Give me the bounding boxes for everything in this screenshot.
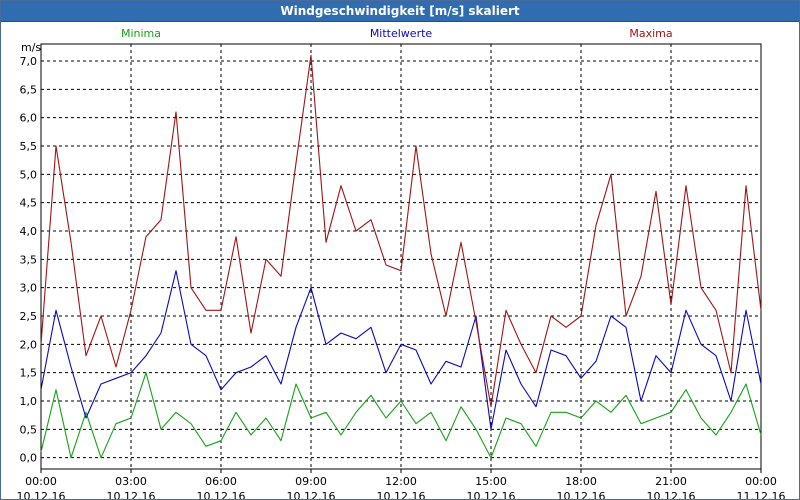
y-tick-label: 3,5 xyxy=(20,253,38,266)
x-tick-date-label: 10.12.16 xyxy=(17,490,66,499)
x-tick-time-label: 12:00 xyxy=(385,475,417,488)
y-tick-label: 7,0 xyxy=(20,55,38,68)
y-tick-label: 6,0 xyxy=(20,112,38,125)
x-tick-time-label: 06:00 xyxy=(205,475,237,488)
x-tick-time-label: 09:00 xyxy=(295,475,327,488)
x-tick-date-label: 10.12.16 xyxy=(377,490,426,499)
legend-maxima: Maxima xyxy=(629,27,672,40)
x-tick-date-label: 10.12.16 xyxy=(197,490,246,499)
legend-minima: Minima xyxy=(121,27,161,40)
series-line-minima xyxy=(40,372,762,459)
title-bar: Windgeschwindigkeit [m/s] skaliert xyxy=(1,1,799,22)
y-tick-label: 4,0 xyxy=(20,225,38,238)
y-tick-label: 0,0 xyxy=(20,452,38,465)
y-tick-label: 5,0 xyxy=(20,168,38,181)
legend-mittelwerte: Mittelwerte xyxy=(370,27,433,40)
x-tick-time-label: 15:00 xyxy=(475,475,507,488)
y-tick-label: 2,5 xyxy=(20,310,38,323)
x-tick-date-label: 10.12.16 xyxy=(287,490,336,499)
y-tick-label: 1,5 xyxy=(20,367,38,380)
x-tick-time-label: 21:00 xyxy=(655,475,687,488)
y-tick-label: 6,5 xyxy=(20,83,38,96)
y-axis-unit-label: m/s xyxy=(21,41,41,54)
x-tick-time-label: 03:00 xyxy=(115,475,147,488)
x-tick-date-label: 10.12.16 xyxy=(467,490,516,499)
x-tick-time-label: 00:00 xyxy=(25,475,57,488)
y-tick-label: 3,0 xyxy=(20,282,38,295)
y-tick-label: 1,0 xyxy=(20,395,38,408)
x-tick-time-label: 00:00 xyxy=(745,475,777,488)
x-tick-date-label: 10.12.16 xyxy=(647,490,696,499)
x-tick-date-label: 11.12.16 xyxy=(737,490,786,499)
x-tick-date-label: 10.12.16 xyxy=(557,490,606,499)
y-tick-label: 0,5 xyxy=(20,423,38,436)
x-tick-time-label: 18:00 xyxy=(565,475,597,488)
y-tick-label: 5,5 xyxy=(20,140,38,153)
chart-window: Windgeschwindigkeit [m/s] skaliert m/s M… xyxy=(0,0,800,500)
x-tick-date-label: 10.12.16 xyxy=(107,490,156,499)
y-tick-label: 2,0 xyxy=(20,338,38,351)
wind-speed-chart: m/s Minima Mittelwerte Maxima 0,0 0,5 1,0 1,5… xyxy=(17,27,786,499)
chart-title: Windgeschwindigkeit [m/s] skaliert xyxy=(280,4,520,18)
y-tick-label: 4,5 xyxy=(20,197,38,210)
